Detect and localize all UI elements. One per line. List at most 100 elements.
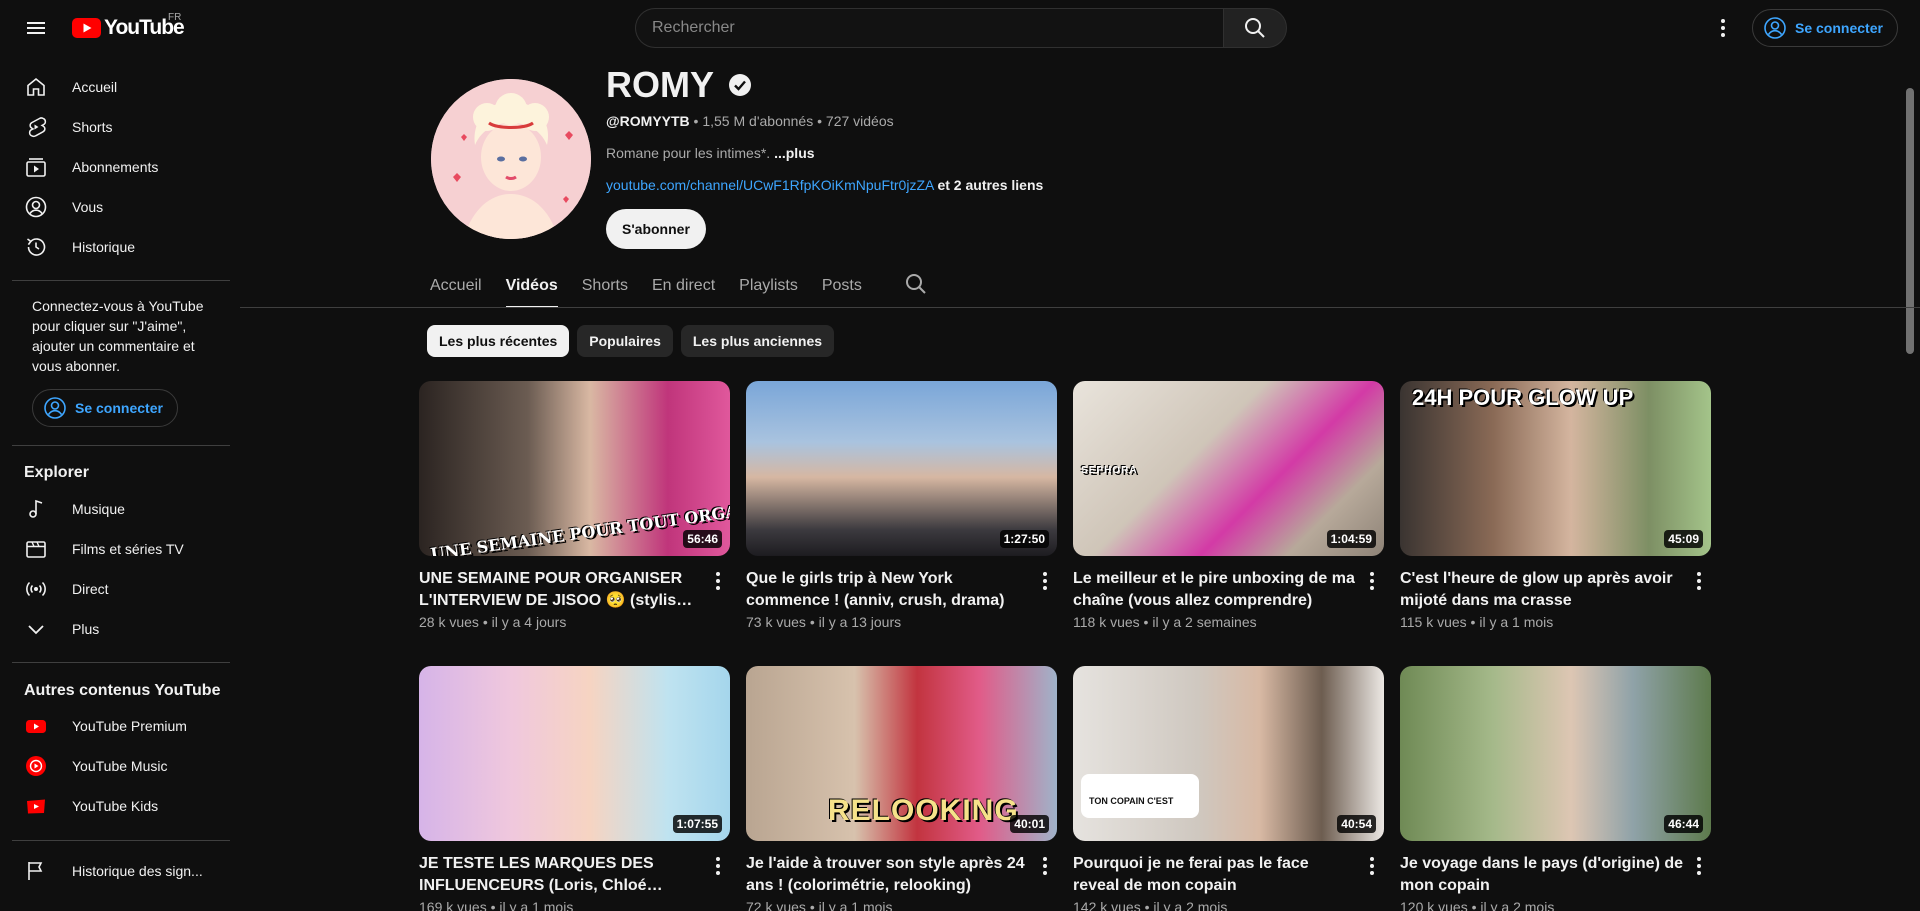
video-menu-button[interactable] — [706, 854, 730, 878]
hamburger-icon — [27, 22, 45, 34]
sidebar-item-label: Musique — [72, 501, 125, 517]
video-card[interactable]: TON COPAIN C'EST 40:54 Pourquoi je ne fe… — [1073, 666, 1384, 911]
sidebar-item-home[interactable]: Accueil — [12, 67, 224, 107]
sidebar-item-live[interactable]: Direct — [12, 569, 224, 609]
video-menu-button[interactable] — [1360, 569, 1384, 593]
video-card[interactable]: RELOOKING 40:01 Je l'aide à trouver son … — [746, 666, 1057, 911]
upload-age: il y a 2 mois — [1153, 899, 1228, 911]
sidebar-item-label: YouTube Premium — [72, 718, 187, 734]
sidebar-item-label: Plus — [72, 621, 100, 637]
search-input[interactable] — [635, 8, 1223, 48]
video-card[interactable]: 1:07:55 JE TESTE LES MARQUES DES INFLUEN… — [419, 666, 730, 911]
upload-age: il y a 13 jours — [818, 614, 902, 630]
video-title[interactable]: C'est l'heure de glow up après avoir mij… — [1400, 568, 1685, 612]
video-card[interactable]: 46:44 Je voyage dans le pays (d'origine)… — [1400, 666, 1711, 911]
sidebar-item-youtube-premium[interactable]: YouTube Premium — [12, 706, 224, 746]
video-card[interactable]: 24H POUR GLOW UP 45:09 C'est l'heure de … — [1400, 381, 1711, 630]
view-count: 169 k vues — [419, 899, 487, 911]
tab-shorts[interactable]: Shorts — [582, 264, 628, 308]
view-count: 115 k vues — [1400, 614, 1467, 630]
view-count: 142 k vues — [1073, 899, 1141, 911]
chip-popular[interactable]: Populaires — [577, 325, 673, 357]
thumbnail-overlay-text: TON COPAIN C'EST — [1089, 796, 1174, 806]
channel-links[interactable]: youtube.com/channel/UCwF1RfpKOiKmNpuFtr0… — [606, 177, 1043, 193]
settings-more-button[interactable] — [1703, 8, 1743, 48]
search-button[interactable] — [1223, 8, 1287, 48]
video-thumbnail[interactable]: UNE SEMAINE POUR TOUT ORGANISER 56:46 — [419, 381, 730, 556]
video-title[interactable]: Pourquoi je ne ferai pas le face reveal … — [1073, 853, 1358, 897]
video-title[interactable]: Je voyage dans le pays (d'origine) de mo… — [1400, 853, 1685, 897]
sidebar-item-youtube-music[interactable]: YouTube Music — [12, 746, 224, 786]
video-title[interactable]: Que le girls trip à New York commence ! … — [746, 568, 1031, 612]
video-title[interactable]: Le meilleur et le pire unboxing de ma ch… — [1073, 568, 1358, 612]
youtube-logo[interactable]: YouTube FR — [72, 12, 185, 40]
sidebar-divider — [12, 280, 230, 281]
sidebar-item-subscriptions[interactable]: Abonnements — [12, 147, 224, 187]
tab-posts[interactable]: Posts — [822, 264, 862, 308]
video-title[interactable]: UNE SEMAINE POUR ORGANISER L'INTERVIEW D… — [419, 568, 704, 612]
signin-button-top[interactable]: Se connecter — [1752, 9, 1898, 47]
video-menu-button[interactable] — [1033, 854, 1057, 878]
sidebar-item-youtube-kids[interactable]: YouTube Kids — [12, 786, 224, 826]
chip-latest[interactable]: Les plus récentes — [427, 325, 570, 357]
account-icon — [1764, 17, 1786, 39]
video-menu-button[interactable] — [1687, 854, 1711, 878]
sidebar-item-report-history[interactable]: Historique des sign... — [12, 851, 224, 891]
sidebar-item-music[interactable]: Musique — [12, 489, 224, 529]
video-duration: 46:44 — [1664, 815, 1703, 833]
description-more-link[interactable]: ...plus — [774, 145, 814, 161]
more-vertical-icon — [716, 572, 720, 590]
video-menu-button[interactable] — [1687, 569, 1711, 593]
tab-videos[interactable]: Vidéos — [505, 264, 558, 308]
video-thumbnail[interactable]: SEPHORA 1:04:59 — [1073, 381, 1384, 556]
video-title[interactable]: JE TESTE LES MARQUES DES INFLUENCEURS (L… — [419, 853, 704, 897]
sidebar-item-label: Shorts — [72, 119, 113, 135]
video-thumbnail[interactable]: 24H POUR GLOW UP 45:09 — [1400, 381, 1711, 556]
upload-age: il y a 1 mois — [1479, 614, 1554, 630]
guide-menu-button[interactable] — [16, 8, 56, 48]
youtube-logo-icon — [72, 18, 101, 38]
video-thumbnail[interactable]: TON COPAIN C'EST 40:54 — [1073, 666, 1384, 841]
sidebar-item-history[interactable]: Historique — [12, 227, 224, 267]
video-menu-button[interactable] — [706, 569, 730, 593]
view-count: 73 k vues — [746, 614, 806, 630]
chip-oldest[interactable]: Les plus anciennes — [680, 325, 835, 357]
sidebar-item-you[interactable]: Vous — [12, 187, 224, 227]
history-icon — [24, 235, 48, 259]
more-vertical-icon — [1043, 857, 1047, 875]
video-thumbnail[interactable]: 1:27:50 — [746, 381, 1057, 556]
video-meta: 142 k vues • il y a 2 mois — [1073, 899, 1227, 911]
video-menu-button[interactable] — [1033, 569, 1057, 593]
video-menu-button[interactable] — [1360, 854, 1384, 878]
signin-button-sidebar[interactable]: Se connecter — [32, 389, 178, 427]
sidebar: Accueil Shorts Abonnements Vous Historiq… — [0, 56, 232, 911]
masthead: YouTube FR Se connecter — [0, 0, 1920, 56]
explore-heading: Explorer — [24, 464, 89, 481]
sidebar-item-shorts[interactable]: Shorts — [12, 107, 224, 147]
music-icon — [24, 497, 48, 521]
channel-links-more[interactable]: et 2 autres liens — [937, 177, 1043, 193]
subscriptions-icon — [24, 155, 48, 179]
live-icon — [24, 577, 48, 601]
sidebar-item-movies[interactable]: Films et séries TV — [12, 529, 224, 569]
channel-description[interactable]: Romane pour les intimes*. ...plus — [606, 145, 815, 161]
channel-name: ROMY — [606, 64, 752, 106]
channel-avatar[interactable] — [431, 79, 591, 239]
sidebar-item-more[interactable]: Plus — [12, 609, 224, 649]
video-card[interactable]: UNE SEMAINE POUR TOUT ORGANISER 56:46 UN… — [419, 381, 730, 630]
tab-home[interactable]: Accueil — [430, 264, 482, 308]
video-thumbnail[interactable]: RELOOKING 40:01 — [746, 666, 1057, 841]
subscribe-button[interactable]: S'abonner — [606, 209, 706, 249]
tab-playlists[interactable]: Playlists — [739, 264, 798, 308]
video-card[interactable]: SEPHORA 1:04:59 Le meilleur et le pire u… — [1073, 381, 1384, 630]
tab-live[interactable]: En direct — [652, 264, 715, 308]
video-card[interactable]: 1:27:50 Que le girls trip à New York com… — [746, 381, 1057, 630]
video-duration: 56:46 — [683, 530, 722, 548]
sidebar-divider — [12, 445, 230, 446]
video-title[interactable]: Je l'aide à trouver son style après 24 a… — [746, 853, 1031, 897]
page-scrollbar[interactable] — [1906, 88, 1914, 354]
channel-search-button[interactable] — [904, 272, 928, 296]
video-thumbnail[interactable]: 1:07:55 — [419, 666, 730, 841]
video-thumbnail[interactable]: 46:44 — [1400, 666, 1711, 841]
channel-link-url[interactable]: youtube.com/channel/UCwF1RfpKOiKmNpuFtr0… — [606, 177, 934, 193]
